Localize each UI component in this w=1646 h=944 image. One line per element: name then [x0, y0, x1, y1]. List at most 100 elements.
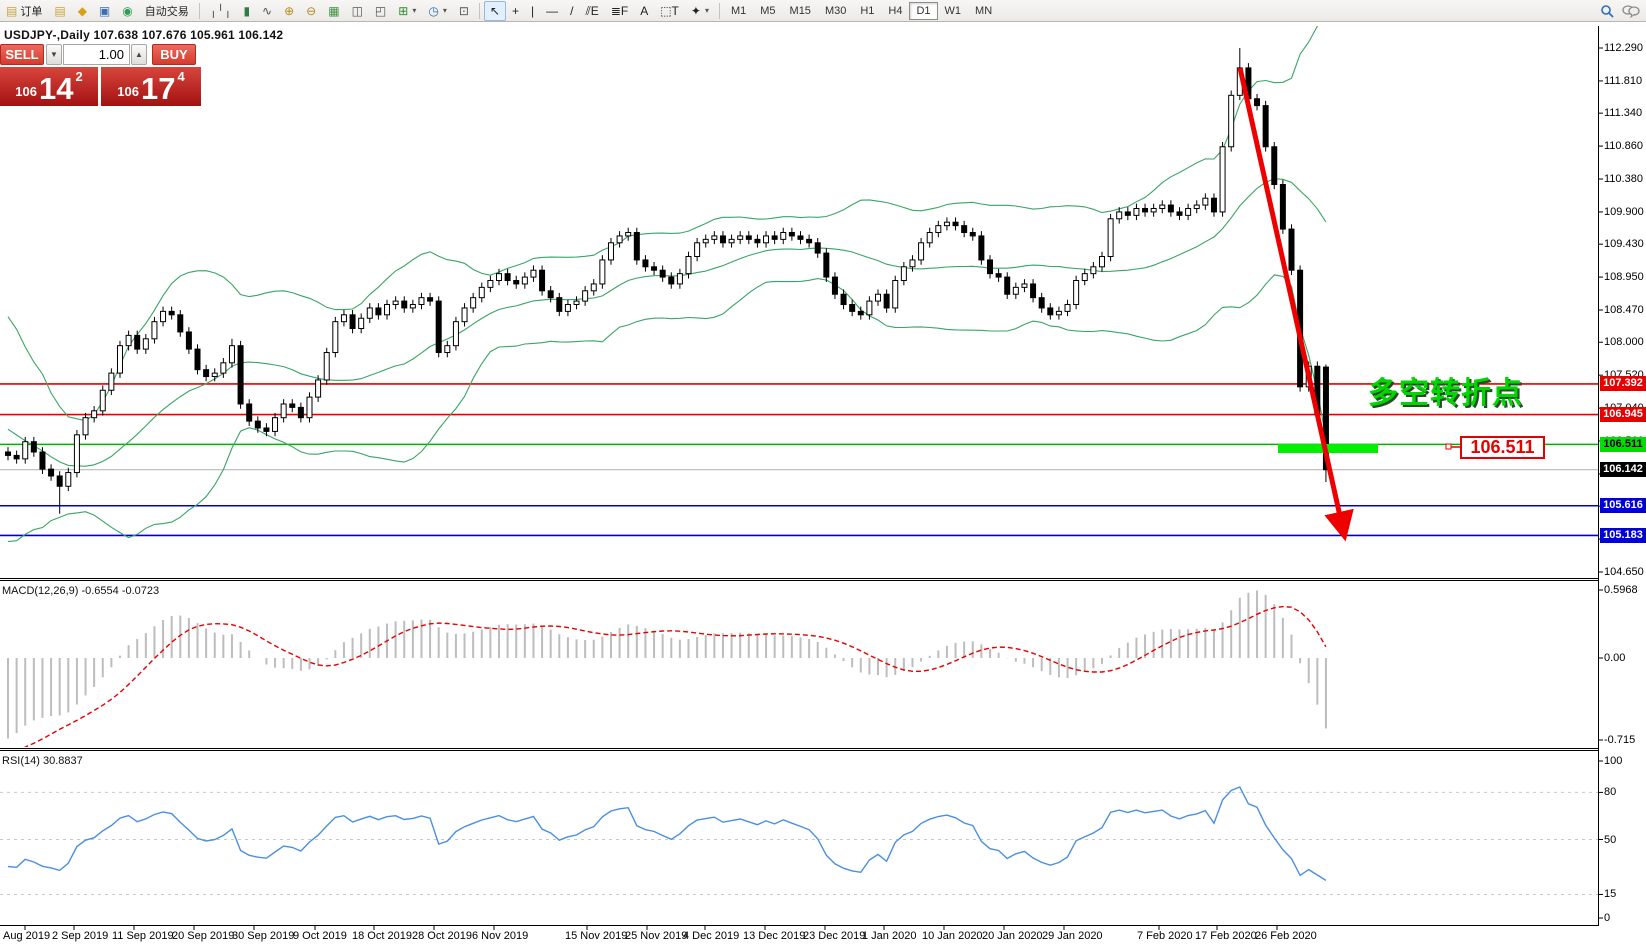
timeframe-m5[interactable]: M5 — [753, 2, 782, 20]
date-axis-label: 6 Nov 2019 — [472, 930, 528, 942]
text-icon[interactable]: A — [634, 1, 654, 21]
volume-decrease-button[interactable]: ▼ — [46, 44, 62, 65]
volume-input[interactable] — [63, 44, 130, 65]
down-trend-arrow[interactable] — [1240, 68, 1344, 534]
price-axis-tick: 108.000 — [1604, 336, 1644, 348]
arrange-right-icon[interactable]: ◰ — [369, 1, 392, 21]
date-axis-label: 25 Nov 2019 — [625, 930, 687, 942]
timeframe-h4[interactable]: H4 — [881, 2, 909, 20]
sell-price-panel[interactable]: 106 14 2 — [0, 67, 98, 106]
date-axis-label: 7 Feb 2020 — [1137, 930, 1193, 942]
sell-price-big: 14 — [39, 75, 73, 103]
vertical-line-icon[interactable]: | — [525, 1, 540, 21]
price-axis-tick: 110.860 — [1604, 140, 1643, 152]
price-level-badge: 107.392 — [1600, 376, 1646, 391]
date-axis-label: 20 Jan 2020 — [982, 930, 1043, 942]
timeframe-mn[interactable]: MN — [968, 2, 999, 20]
price-axis-tick: 111.340 — [1604, 107, 1642, 119]
chart-shift-icon[interactable]: ⊡ — [453, 1, 475, 21]
buy-price-big: 17 — [141, 75, 175, 103]
date-axis-label: 1 Jan 2020 — [862, 930, 916, 942]
bar-chart-icon[interactable]: ╷╵╷ — [204, 1, 238, 21]
volume-increase-button[interactable]: ▲ — [131, 44, 147, 65]
zoom-out-icon[interactable]: ⊖ — [300, 1, 322, 21]
date-axis-label: 9 Oct 2019 — [293, 930, 347, 942]
trendline-icon[interactable]: / — [564, 1, 579, 21]
period-clock-icon[interactable]: ◷▾ — [422, 1, 453, 21]
price-level-badge: 105.616 — [1600, 498, 1646, 513]
line-chart-icon[interactable]: ∿ — [256, 1, 278, 21]
date-axis-label: 28 Oct 2019 — [412, 930, 472, 942]
order-doc-icon[interactable]: ▤ — [48, 1, 71, 21]
crosshair-icon[interactable]: + — [506, 1, 525, 21]
arrange-left-icon[interactable]: ◫ — [346, 1, 369, 21]
chart-title: USDJPY-,Daily 107.638 107.676 105.961 10… — [4, 28, 283, 42]
terminal-icon[interactable]: ▣ — [93, 1, 116, 21]
order-button-label: 订单 — [20, 3, 42, 19]
date-axis-label: 13 Dec 2019 — [743, 930, 805, 942]
price-level-badge: 106.511 — [1600, 437, 1646, 452]
search-icon[interactable] — [1600, 4, 1614, 18]
main-toolbar: ▤ 订单 ▤◆▣◉ 自动交易 ╷╵╷▮∿⊕⊖▦◫◰⊞▾◷▾⊡ ↖+|—/⫽E≣F… — [0, 0, 1646, 22]
buy-price-panel[interactable]: 106 17 4 — [101, 67, 201, 106]
date-axis-label: 23 Dec 2019 — [803, 930, 865, 942]
timeframe-m15[interactable]: M15 — [783, 2, 818, 20]
order-button[interactable]: ▤ 订单 — [0, 1, 48, 21]
timeframe-m1[interactable]: M1 — [724, 2, 753, 20]
rsi-line — [8, 787, 1326, 880]
date-axis-label: 4 Dec 2019 — [683, 930, 739, 942]
timeframe-m30[interactable]: M30 — [818, 2, 853, 20]
signal-icon[interactable]: ◉ — [116, 1, 138, 21]
rsi-axis-tick: 0 — [1604, 912, 1610, 924]
timeframe-h1[interactable]: H1 — [853, 2, 881, 20]
price-axis-tick: 108.470 — [1604, 304, 1644, 316]
candlestick-icon[interactable]: ▮ — [237, 1, 256, 21]
horizontal-line-icon[interactable]: — — [540, 1, 564, 21]
sell-price-prefix: 106 — [15, 84, 37, 103]
gold-box-icon[interactable]: ◆ — [72, 1, 93, 21]
sell-button[interactable]: SELL — [0, 44, 44, 65]
price-level-badge: 106.945 — [1600, 407, 1646, 422]
macd-panel-separator[interactable] — [0, 578, 1598, 581]
date-axis-label: 15 Nov 2019 — [565, 930, 627, 942]
order-doc-icon: ▤ — [6, 5, 17, 17]
cursor-icon[interactable]: ↖ — [484, 1, 506, 21]
rsi-axis-tick: 50 — [1604, 834, 1616, 846]
label-icon[interactable]: ⬚T — [654, 1, 685, 21]
channel-icon[interactable]: ⫽E — [579, 1, 604, 21]
rsi-label: RSI(14) 30.8837 — [2, 755, 83, 767]
buy-button[interactable]: BUY — [152, 44, 196, 65]
terminal-window: ▤ 订单 ▤◆▣◉ 自动交易 ╷╵╷▮∿⊕⊖▦◫◰⊞▾◷▾⊡ ↖+|—/⫽E≣F… — [0, 0, 1646, 944]
date-axis-label: 20 Sep 2019 — [172, 930, 234, 942]
toolbar-separator — [719, 3, 720, 19]
autotrading-button[interactable]: 自动交易 — [139, 1, 195, 21]
price-axis-tick: 109.430 — [1604, 238, 1644, 250]
price-axis-tick: 108.950 — [1604, 271, 1644, 283]
chat-icon[interactable] — [1622, 4, 1640, 18]
shapes-icon[interactable]: ✦▾ — [685, 1, 715, 21]
price-level-badge: 105.183 — [1600, 528, 1646, 543]
tile-windows-icon[interactable]: ▦ — [322, 1, 345, 21]
date-axis-label: 11 Sep 2019 — [112, 930, 174, 942]
fibonacci-icon[interactable]: ≣F — [605, 1, 634, 21]
buy-price-prefix: 106 — [117, 84, 139, 103]
date-axis-label: 18 Oct 2019 — [352, 930, 412, 942]
date-axis-label: 30 Sep 2019 — [232, 930, 294, 942]
price-axis-tick: 111.810 — [1604, 75, 1642, 87]
zoom-in-icon[interactable]: ⊕ — [278, 1, 300, 21]
date-axis-label: 17 Feb 2020 — [1195, 930, 1257, 942]
price-axis-tick: 112.290 — [1604, 42, 1643, 54]
rsi-axis-tick: 80 — [1604, 786, 1616, 798]
bollinger-band-m — [8, 179, 1326, 466]
date-axis-label: Aug 2019 — [3, 930, 50, 942]
sell-price-sup: 2 — [75, 67, 82, 84]
rsi-axis-tick: 100 — [1604, 755, 1622, 767]
timeframe-w1[interactable]: W1 — [938, 2, 969, 20]
date-axis-label: 29 Jan 2020 — [1042, 930, 1103, 942]
rsi-panel-separator[interactable] — [0, 748, 1598, 751]
price-callout-box[interactable]: 106.511 — [1460, 436, 1545, 459]
bottom-frame-line — [0, 925, 1598, 926]
timeframe-d1[interactable]: D1 — [909, 2, 937, 20]
new-chart-icon[interactable]: ⊞▾ — [392, 1, 422, 21]
bollinger-band-l — [8, 275, 1326, 542]
